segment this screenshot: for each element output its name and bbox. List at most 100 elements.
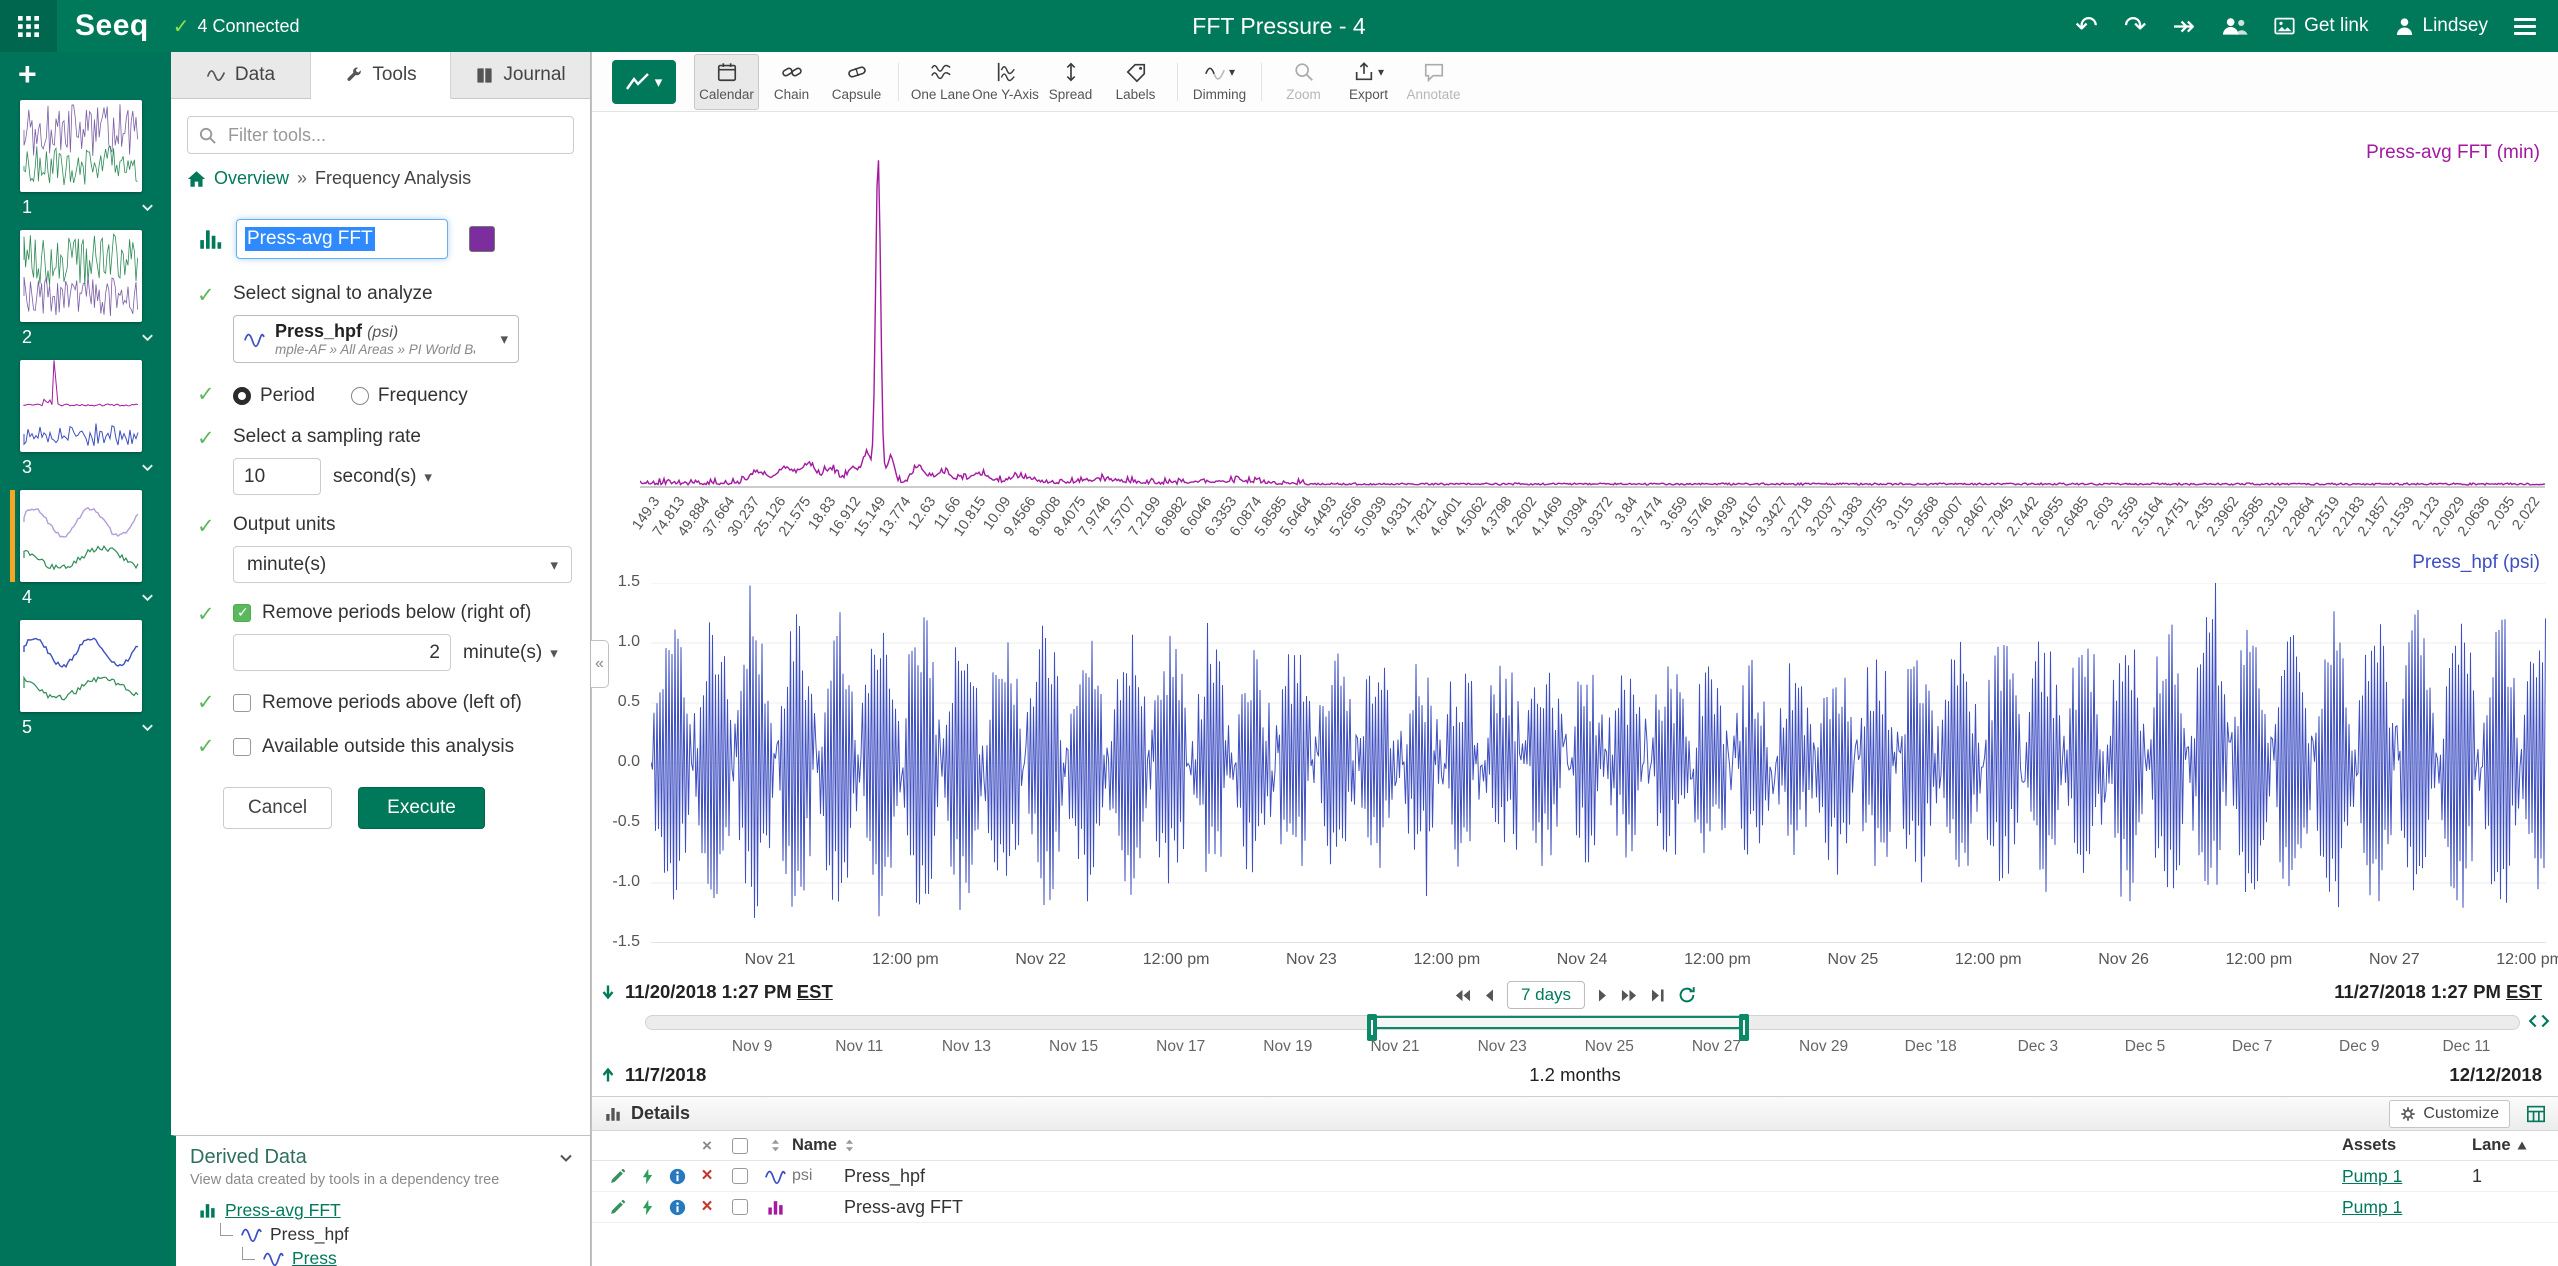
period-radio[interactable]: Period: [233, 385, 315, 407]
spread-button[interactable]: Spread: [1038, 54, 1103, 110]
breadcrumb-overview-link[interactable]: Overview: [214, 168, 289, 189]
timeline-handle-right[interactable]: [1739, 1014, 1749, 1041]
derive-icon[interactable]: [632, 1199, 662, 1216]
assets-column-header[interactable]: Assets: [2342, 1136, 2472, 1155]
lane-column-header[interactable]: Lane: [2472, 1136, 2511, 1155]
apps-grid-button[interactable]: [0, 0, 57, 52]
remove-below-unit-dropdown[interactable]: minute(s) ▾: [463, 642, 558, 664]
labels-button[interactable]: Labels: [1103, 54, 1168, 110]
one-lane-button[interactable]: One Lane: [908, 54, 973, 110]
name-column-header[interactable]: Name: [792, 1136, 837, 1155]
display-range-start[interactable]: 11/20/2018 1:27 PM EST: [600, 981, 833, 1003]
chevron-down-icon[interactable]: [140, 720, 155, 735]
refresh-icon[interactable]: [1678, 986, 1696, 1004]
connection-status[interactable]: ✓ 4 Connected: [173, 14, 300, 39]
output-units-dropdown[interactable]: minute(s) ▾: [233, 546, 572, 583]
remove-icon[interactable]: ×: [692, 1196, 722, 1218]
display-range-end[interactable]: 11/27/2018 1:27 PM EST: [2334, 981, 2542, 1003]
view-mode-button[interactable]: ▾: [612, 60, 676, 104]
timeline-tick-label: Nov 17: [1156, 1038, 1205, 1056]
asset-link[interactable]: Pump 1: [2342, 1166, 2402, 1187]
present-icon[interactable]: ↠: [2172, 13, 2195, 40]
worksheet-thumbnail[interactable]: [20, 100, 142, 192]
sort-icon[interactable]: [845, 1139, 854, 1152]
collapse-chevron-icon[interactable]: [558, 1150, 574, 1166]
sampling-unit-dropdown[interactable]: second(s) ▾: [333, 466, 432, 488]
tab-data[interactable]: Data: [171, 52, 311, 98]
timeline-handle-left[interactable]: [1367, 1014, 1377, 1041]
undo-icon[interactable]: ↶: [2075, 13, 2098, 40]
step-forward-double-icon[interactable]: [1621, 988, 1638, 1003]
info-icon[interactable]: [662, 1199, 692, 1216]
tab-tools[interactable]: Tools: [311, 52, 451, 99]
signal-select-dropdown[interactable]: Press_hpf (psi) mple-AF » All Areas » PI…: [233, 315, 519, 363]
one-y-axis-button[interactable]: One Y-Axis: [973, 54, 1038, 110]
new-worksheet-button[interactable]: +: [18, 58, 171, 90]
sort-icon[interactable]: [758, 1139, 792, 1152]
dimming-button[interactable]: ▾Dimming: [1187, 54, 1252, 110]
color-swatch-button[interactable]: [469, 226, 495, 252]
redo-icon[interactable]: ↷: [2124, 13, 2147, 40]
seeq-logo[interactable]: Seeq: [75, 9, 149, 43]
timeline-selection[interactable]: [1371, 1016, 1746, 1029]
user-menu-button[interactable]: Lindsey: [2395, 15, 2489, 37]
tab-journal[interactable]: Journal: [451, 52, 590, 98]
chain-button[interactable]: Chain: [759, 54, 824, 110]
get-link-button[interactable]: Get link: [2274, 15, 2368, 37]
select-all-checkbox[interactable]: [732, 1138, 748, 1154]
export-button[interactable]: ▾Export: [1336, 54, 1401, 110]
worksheet-thumbnail[interactable]: [20, 490, 142, 582]
customize-button[interactable]: Customize: [2389, 1100, 2510, 1128]
edit-icon[interactable]: [602, 1168, 632, 1185]
duration-button[interactable]: 7 days: [1507, 981, 1585, 1009]
calendar-button[interactable]: Calendar: [694, 54, 759, 110]
worksheet-thumbnail[interactable]: [20, 360, 142, 452]
info-icon[interactable]: [662, 1168, 692, 1185]
remove-below-value-input[interactable]: [233, 634, 451, 671]
hamburger-menu-icon[interactable]: [2514, 18, 2536, 35]
remove-icon[interactable]: ×: [692, 1165, 722, 1187]
remove-all-icon[interactable]: ×: [692, 1136, 722, 1156]
asset-link[interactable]: Pump 1: [2342, 1197, 2402, 1218]
cancel-button[interactable]: Cancel: [223, 787, 332, 829]
table-columns-icon[interactable]: [2526, 1105, 2546, 1123]
chevron-down-icon[interactable]: [140, 330, 155, 345]
worksheet-thumbnail[interactable]: [20, 230, 142, 322]
full-range-icon[interactable]: [2528, 1013, 2550, 1029]
filter-tools-input[interactable]: [187, 116, 574, 154]
investigate-start[interactable]: 11/7/2018: [600, 1064, 706, 1086]
fft-chart[interactable]: [640, 152, 2545, 488]
remove-above-checkbox[interactable]: [233, 694, 251, 712]
capsule-button[interactable]: Capsule: [824, 54, 889, 110]
worksheet-thumbnail[interactable]: [20, 620, 142, 712]
range-start-timezone[interactable]: EST: [797, 981, 833, 1002]
row-checkbox[interactable]: [732, 1199, 748, 1215]
tool-name-input[interactable]: Press-avg FFT: [236, 219, 448, 259]
step-forward-icon[interactable]: [1598, 988, 1608, 1003]
chevron-down-icon[interactable]: [140, 460, 155, 475]
frequency-radio[interactable]: Frequency: [351, 385, 468, 407]
step-to-end-icon[interactable]: [1651, 988, 1665, 1003]
row-checkbox[interactable]: [732, 1168, 748, 1184]
chevron-down-icon[interactable]: [140, 590, 155, 605]
timeline-track[interactable]: [645, 1015, 2520, 1030]
sampling-rate-input[interactable]: [233, 458, 321, 495]
signal-chart[interactable]: [651, 583, 2546, 943]
edit-icon[interactable]: [602, 1199, 632, 1216]
step-back-icon[interactable]: [1484, 988, 1494, 1003]
step-back-double-icon[interactable]: [1454, 988, 1471, 1003]
panel-collapse-handle[interactable]: «: [591, 640, 609, 688]
users-icon[interactable]: [2221, 16, 2248, 36]
investigate-end[interactable]: 12/12/2018: [2449, 1064, 2542, 1086]
available-outside-checkbox[interactable]: [233, 738, 251, 756]
chevron-down-icon[interactable]: [140, 200, 155, 215]
remove-below-checkbox[interactable]: [233, 604, 251, 622]
x-axis-tick-label: 12:00 pm: [2496, 951, 2558, 969]
derived-item-link[interactable]: Press: [292, 1248, 337, 1266]
execute-button[interactable]: Execute: [358, 787, 485, 829]
derived-item-link[interactable]: Press-avg FFT: [225, 1200, 341, 1221]
range-end-timezone[interactable]: EST: [2506, 981, 2542, 1002]
derive-icon[interactable]: [632, 1168, 662, 1185]
home-icon[interactable]: [187, 170, 206, 188]
signal-series-legend[interactable]: Press_hpf (psi): [2412, 552, 2540, 574]
